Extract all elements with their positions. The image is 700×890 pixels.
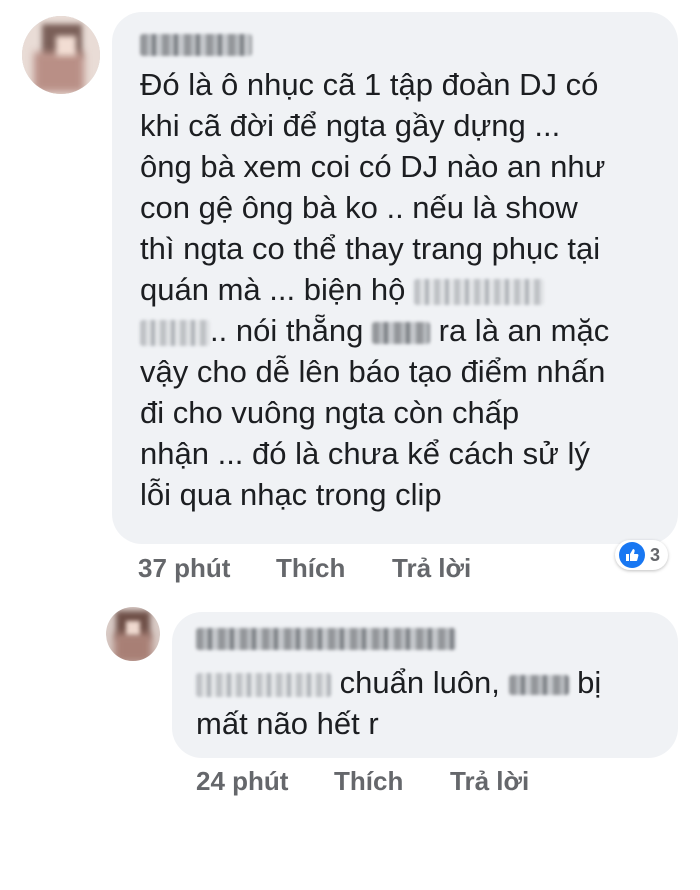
comment-line: con gệ ông bà ko .. nếu là show	[140, 190, 578, 225]
reply-line: mất não hết r	[196, 706, 379, 741]
comment-line: .. nói thẵng ra là an mặc	[140, 310, 609, 351]
reply-button[interactable]: Trả lời	[392, 553, 471, 584]
comment-text-fragment: .. nói thẵng	[210, 313, 373, 348]
comment-line: thì ngta co thể thay trang phục tại	[140, 231, 601, 266]
comment-timestamp[interactable]: 37 phút	[138, 553, 230, 584]
reply-body: chuẩn luôn, bị mất não hết r	[196, 662, 601, 744]
like-button[interactable]: Thích	[276, 553, 345, 584]
comment-line: lỗi qua nhạc trong clip	[140, 477, 442, 512]
replier-name-blurred[interactable]	[196, 628, 456, 650]
reply-actions: 24 phút Thích Trả lời	[196, 766, 596, 800]
like-button[interactable]: Thích	[334, 766, 403, 797]
comment-actions: 37 phút Thích Trả lời	[138, 553, 538, 587]
reply-timestamp[interactable]: 24 phút	[196, 766, 288, 797]
commenter-avatar[interactable]	[22, 16, 100, 94]
comment-line: nhận ... đó là chưa kể cách sử lý	[140, 436, 590, 471]
reaction-count: 3	[650, 544, 661, 565]
comment-body: Đó là ô nhục cã 1 tập đoàn DJ có khi cã …	[140, 64, 609, 515]
replier-avatar[interactable]	[106, 607, 160, 661]
reaction-badge[interactable]: 3	[615, 540, 669, 570]
comment-text-fragment: quán mà ... biện hộ	[140, 272, 415, 307]
redacted-word	[372, 321, 431, 344]
redacted-tag[interactable]	[196, 672, 331, 697]
thumbs-up-icon	[619, 542, 645, 568]
comment-line: vậy cho dễ lên báo tạo điểm nhấn	[140, 354, 606, 389]
comment-line: Đó là ô nhục cã 1 tập đoàn DJ có	[140, 67, 599, 102]
redacted-tag[interactable]	[414, 278, 545, 305]
comment-text-fragment: bị	[568, 665, 602, 700]
comment-text-fragment: ra là an mặc	[430, 313, 610, 348]
comment-line: quán mà ... biện hộ	[140, 269, 609, 310]
redacted-tag[interactable]	[140, 319, 210, 346]
reply-line: chuẩn luôn, bị	[196, 662, 601, 703]
redacted-word	[508, 674, 569, 695]
comment-line: ông bà xem coi có DJ nào an như	[140, 149, 606, 184]
reply-button[interactable]: Trả lời	[450, 766, 529, 797]
commenter-name-blurred[interactable]	[140, 34, 252, 56]
comment-text-fragment: chuẩn luôn,	[331, 665, 509, 700]
comment-line: đi cho vuông ngta còn chấp	[140, 395, 520, 430]
comment-line: khi cã đời để ngta gầy dựng ...	[140, 108, 561, 143]
